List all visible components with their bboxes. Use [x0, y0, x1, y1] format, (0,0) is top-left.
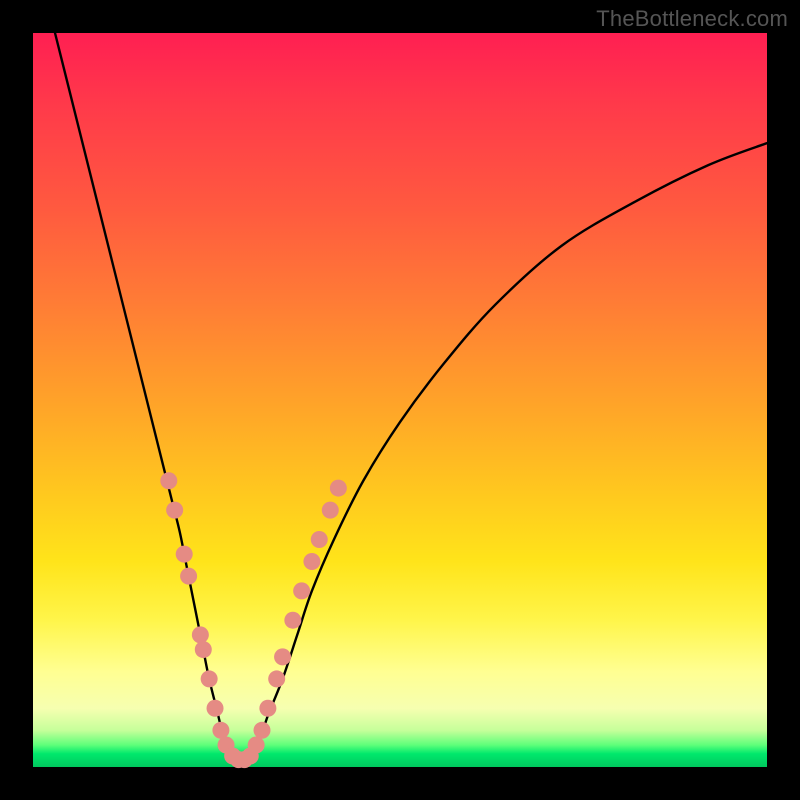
- highlight-dot: [311, 531, 328, 548]
- highlight-dot: [259, 700, 276, 717]
- highlight-dot: [293, 582, 310, 599]
- bottleneck-curve: [55, 33, 767, 761]
- highlight-dot: [160, 472, 177, 489]
- highlight-dot: [330, 480, 347, 497]
- highlight-dot: [284, 612, 301, 629]
- highlight-dot: [322, 502, 339, 519]
- highlight-dot: [207, 700, 224, 717]
- highlight-dot: [268, 670, 285, 687]
- chart-svg: [33, 33, 767, 767]
- chart-frame: TheBottleneck.com: [0, 0, 800, 800]
- highlight-dot: [176, 546, 193, 563]
- plot-area: [33, 33, 767, 767]
- watermark-text: TheBottleneck.com: [596, 6, 788, 32]
- highlight-dot: [180, 568, 197, 585]
- highlight-dot: [166, 502, 183, 519]
- highlight-dot: [274, 648, 291, 665]
- highlight-dot: [248, 736, 265, 753]
- highlight-dot: [192, 626, 209, 643]
- highlight-dot: [195, 641, 212, 658]
- highlight-dot: [201, 670, 218, 687]
- highlight-dot: [254, 722, 271, 739]
- highlight-dot: [303, 553, 320, 570]
- highlight-dot: [212, 722, 229, 739]
- highlight-dots: [160, 472, 347, 768]
